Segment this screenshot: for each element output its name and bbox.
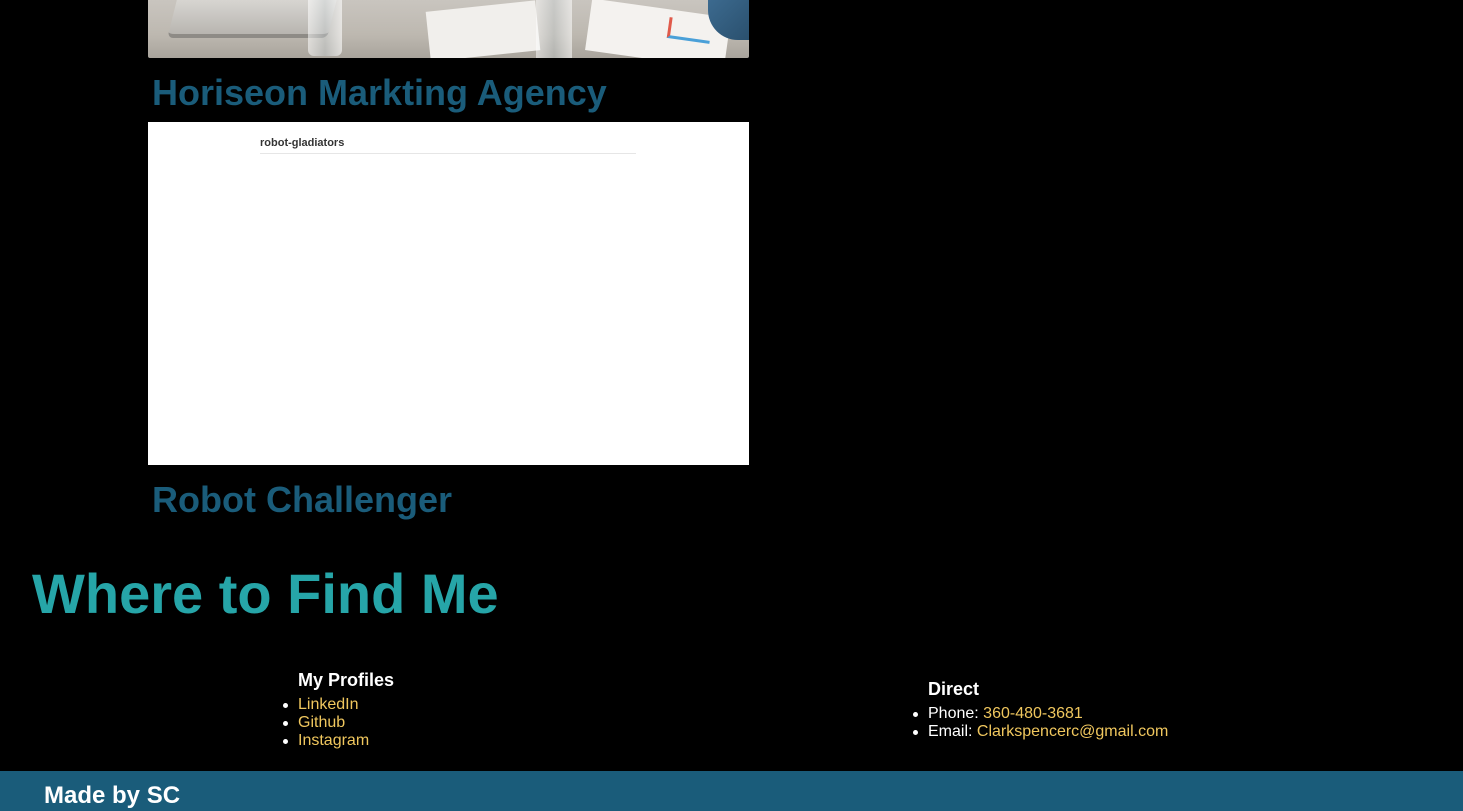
profiles-column: My Profiles LinkedIn Github Instagram xyxy=(282,669,395,750)
email-link[interactable]: Clarkspencerc@gmail.com xyxy=(977,723,1168,740)
horiseon-project-image[interactable] xyxy=(148,0,749,58)
portfolio-page: Horiseon Markting Agency robot-gladiator… xyxy=(0,0,1463,811)
direct-column: Direct Phone: 360-480-3681 Email: Clarks… xyxy=(912,678,1168,741)
instagram-link[interactable]: Instagram xyxy=(298,732,369,749)
list-item: Github xyxy=(282,714,394,732)
photo-glass xyxy=(536,0,572,58)
phone-link[interactable]: 360-480-3681 xyxy=(983,705,1083,722)
profiles-list: LinkedIn Github Instagram xyxy=(282,696,394,750)
footer: Made by SC xyxy=(0,771,1463,811)
list-item: Email: Clarkspencerc@gmail.com xyxy=(912,723,1168,741)
project-title-robot-challenger[interactable]: Robot Challenger xyxy=(152,482,452,518)
profiles-heading: My Profiles xyxy=(298,670,395,690)
phone-label: Phone: xyxy=(928,705,979,722)
photo-glass xyxy=(308,0,342,56)
contact-section-title: Where to Find Me xyxy=(32,562,499,625)
footer-text: Made by SC xyxy=(44,782,181,809)
linkedin-link[interactable]: LinkedIn xyxy=(298,696,359,713)
robot-challenger-project-image[interactable]: robot-gladiators xyxy=(148,122,749,465)
list-item: LinkedIn xyxy=(282,696,394,714)
list-item: Phone: 360-480-3681 xyxy=(912,705,1168,723)
screenshot-heading: robot-gladiators xyxy=(260,137,345,149)
email-label: Email: xyxy=(928,723,973,740)
screenshot-divider xyxy=(260,153,636,154)
project-title-horiseon[interactable]: Horiseon Markting Agency xyxy=(152,75,607,111)
photo-paper xyxy=(425,0,541,58)
direct-heading: Direct xyxy=(928,679,980,699)
github-link[interactable]: Github xyxy=(298,714,345,731)
direct-list: Phone: 360-480-3681 Email: Clarkspencerc… xyxy=(912,705,1168,741)
list-item: Instagram xyxy=(282,732,394,750)
